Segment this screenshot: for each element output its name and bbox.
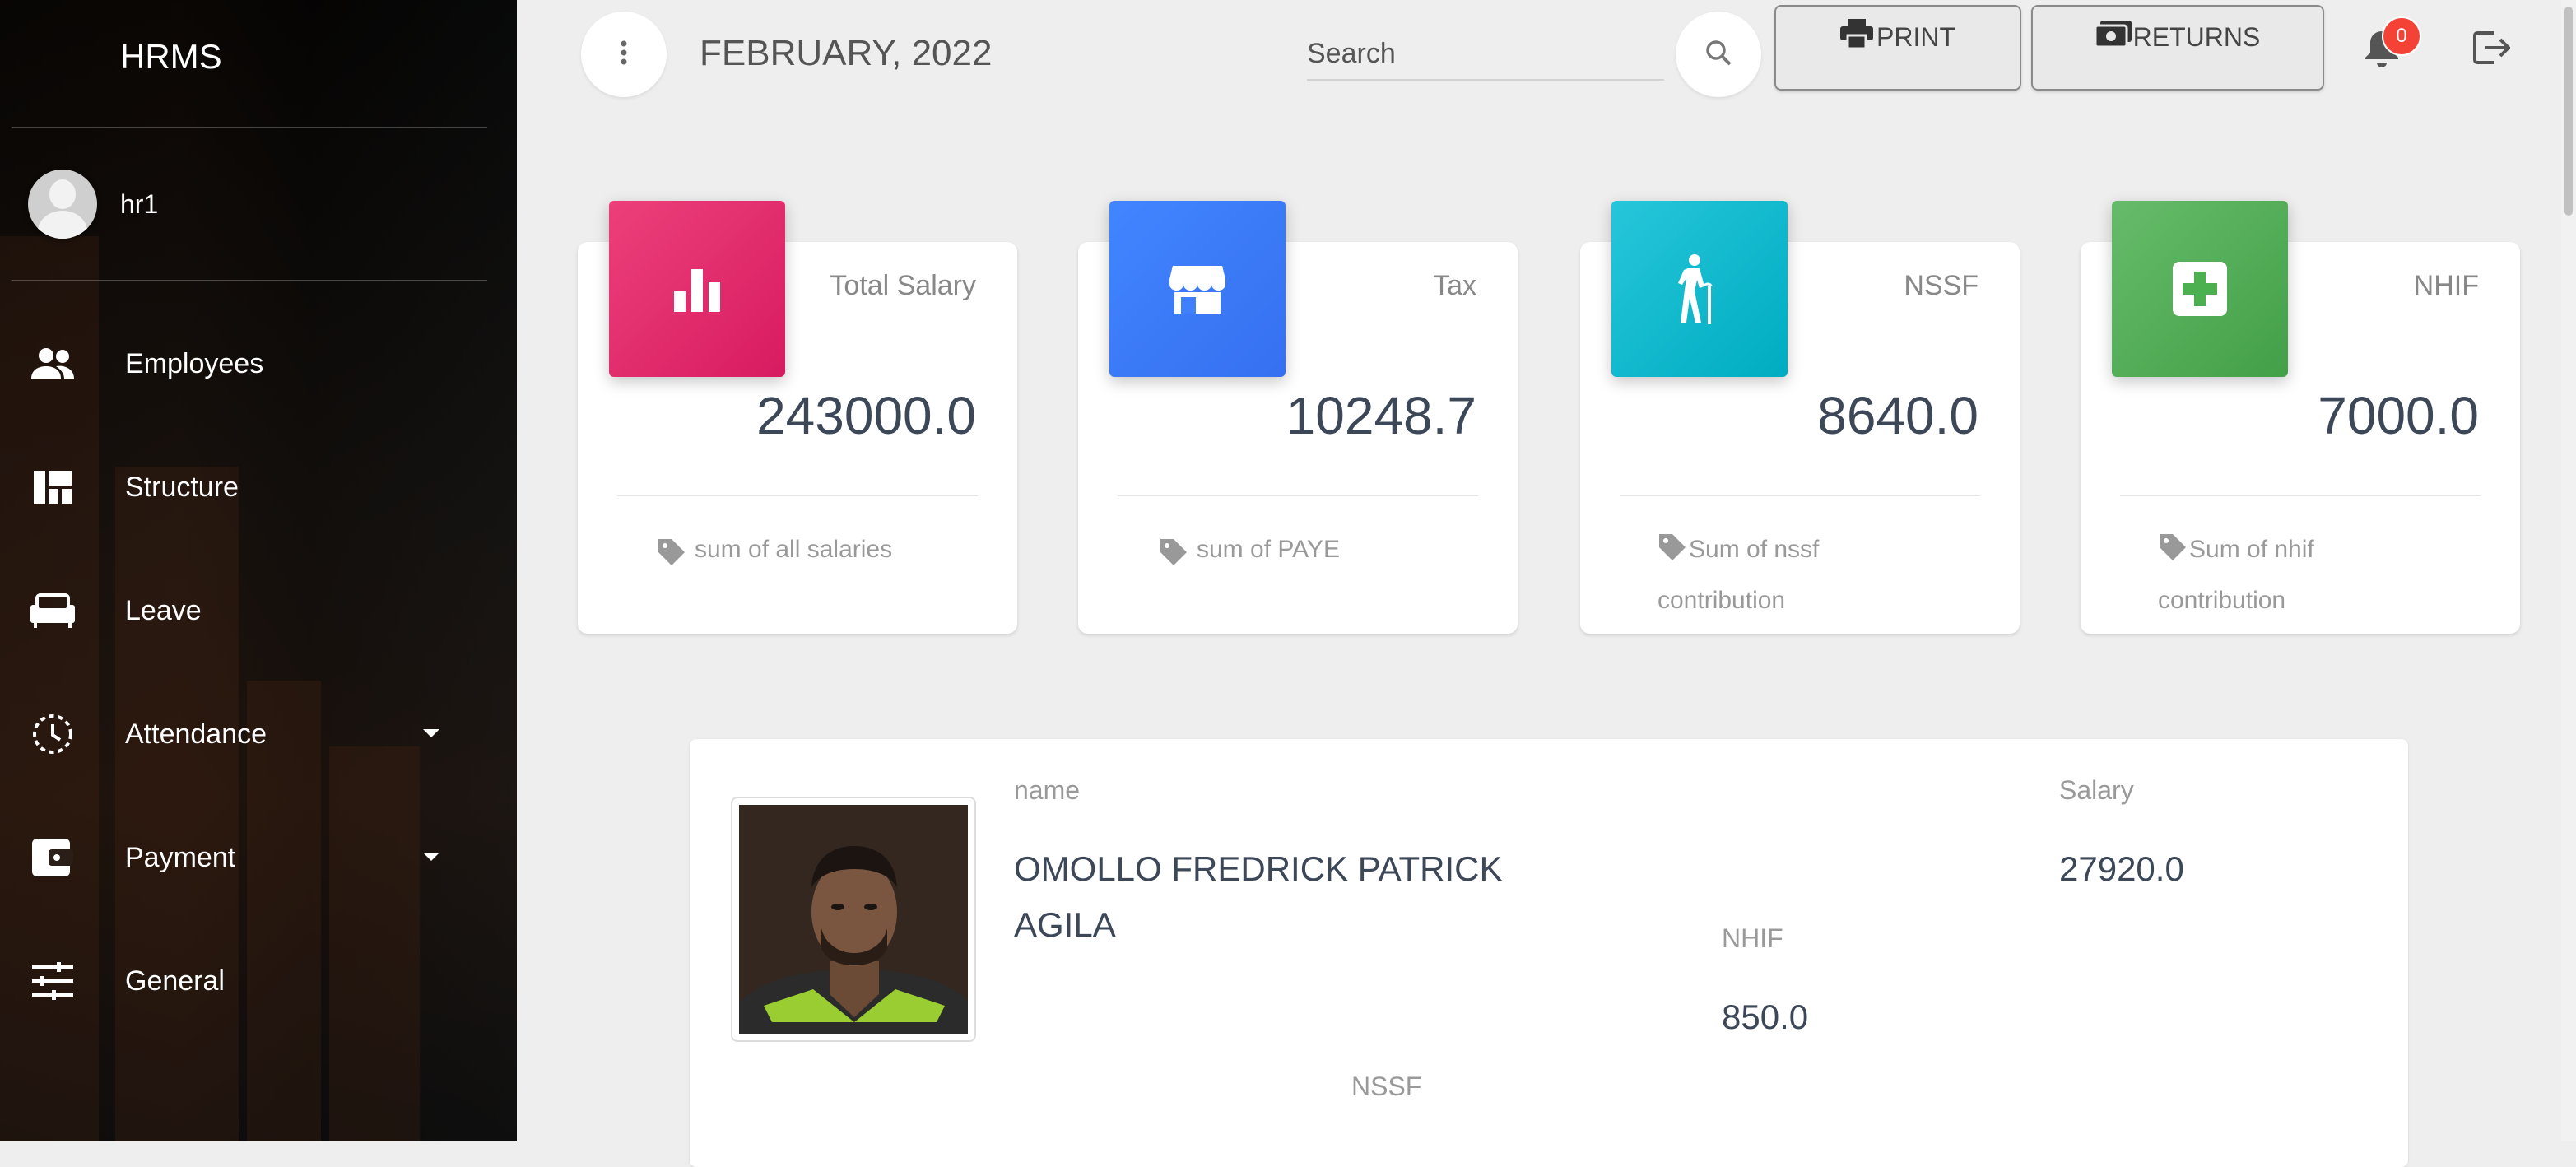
card-divider <box>617 495 978 496</box>
sidebar-divider <box>12 280 487 281</box>
stat-value: 10248.7 <box>1286 386 1476 445</box>
card-divider <box>1118 495 1478 496</box>
bell-icon <box>2364 31 2400 71</box>
sidebar-item-label: General <box>125 965 225 997</box>
tag-icon <box>1159 537 1188 583</box>
sidebar-item-structure[interactable]: Structure <box>28 454 439 520</box>
sidebar-item-general[interactable]: General <box>28 948 439 1014</box>
search-icon <box>1704 39 1732 71</box>
sidebar: HRMS hr1 Employees Structure Leave Atten… <box>0 0 517 1141</box>
nhif-label: NHIF <box>1722 923 1783 953</box>
stat-card-nssf: NSSF 8640.0 Sum of nssf contribution <box>1580 201 2020 634</box>
employee-card[interactable]: name OMOLLO FREDRICK PATRICK AGILA Salar… <box>690 739 2408 1167</box>
search-field[interactable] <box>1307 31 1664 81</box>
print-button[interactable]: PRINT <box>1774 5 2021 91</box>
sidebar-item-leave[interactable]: Leave <box>28 578 439 644</box>
tag-icon <box>657 537 686 583</box>
brand-text: HRMS <box>120 37 222 76</box>
sidebar-item-label: Employees <box>125 347 264 379</box>
sidebar-divider <box>12 127 487 128</box>
background-building <box>115 467 239 1141</box>
print-label: PRINT <box>1876 21 1955 52</box>
brand-logo[interactable]: HRMS <box>0 0 504 127</box>
card-divider <box>2120 495 2481 496</box>
elderly-walking-icon <box>1611 201 1788 377</box>
clock-dashed-icon <box>28 709 77 759</box>
stat-card-total-salary: Total Salary 243000.0 sum of all salarie… <box>578 201 1017 634</box>
scrollbar-thumb[interactable] <box>2564 7 2573 216</box>
chevron-down-icon <box>423 729 439 737</box>
stat-value: 7000.0 <box>2318 386 2479 445</box>
nhif-value: 850.0 <box>1722 997 1809 1036</box>
sidebar-item-label: Attendance <box>125 718 267 750</box>
stat-card-nhif: NHIF 7000.0 Sum of nhif contribution <box>2081 201 2520 634</box>
dashboard-grid-icon <box>28 463 77 512</box>
user-name: hr1 <box>120 188 159 219</box>
stat-label: NHIF <box>2413 270 2479 301</box>
wallet-icon <box>28 833 77 882</box>
stat-footer: sum of PAYE <box>1160 527 1411 573</box>
more-menu-button[interactable] <box>581 12 667 97</box>
stat-footer-text: sum of all salaries <box>695 536 893 563</box>
search-input[interactable] <box>1307 31 1664 76</box>
stat-footer: Sum of nhif contribution <box>2158 527 2372 624</box>
sidebar-item-employees[interactable]: Employees <box>28 331 439 397</box>
logout-button[interactable] <box>2472 30 2515 72</box>
notification-count-badge: 0 <box>2382 16 2421 56</box>
chevron-down-icon <box>423 853 439 861</box>
sidebar-item-payment[interactable]: Payment <box>28 825 439 890</box>
money-icon <box>2094 21 2132 53</box>
employee-photo <box>731 797 976 1042</box>
stat-value: 8640.0 <box>1817 386 1978 445</box>
salary-value: 27920.0 <box>2059 849 2184 888</box>
returns-label: RETURNS <box>2132 21 2261 52</box>
stat-footer: Sum of nssf contribution <box>1658 527 1872 624</box>
employee-name-label: name <box>1014 775 1081 805</box>
salary-label: Salary <box>2059 775 2134 805</box>
stat-label: NSSF <box>1904 270 1978 301</box>
printer-icon <box>1840 19 1873 55</box>
employee-name: OMOLLO FREDRICK PATRICK AGILA <box>1014 849 1503 944</box>
returns-button[interactable]: RETURNS <box>2031 5 2324 91</box>
tag-icon <box>1658 534 1687 568</box>
sidebar-item-attendance[interactable]: Attendance <box>28 701 439 767</box>
sofa-icon <box>28 586 77 635</box>
stat-footer-text: sum of PAYE <box>1197 536 1340 563</box>
user-profile[interactable]: hr1 <box>28 170 158 239</box>
tag-icon <box>2158 534 2188 568</box>
logout-icon <box>2472 31 2511 69</box>
sidebar-item-label: Structure <box>125 471 239 503</box>
background-building <box>329 746 420 1141</box>
card-divider <box>1620 495 1980 496</box>
store-icon <box>1109 201 1286 377</box>
scrollbar[interactable] <box>2561 0 2576 1141</box>
sidebar-item-label: Payment <box>125 841 236 873</box>
page-title: FEBRUARY, 2022 <box>700 33 993 73</box>
sliders-icon <box>28 956 77 1006</box>
stat-footer: sum of all salaries <box>658 527 909 573</box>
nssf-label: NSSF <box>1351 1072 1422 1101</box>
search-button[interactable] <box>1676 12 1761 97</box>
medical-cross-icon <box>2112 201 2288 377</box>
stat-label: Tax <box>1433 270 1476 301</box>
bar-chart-icon <box>609 201 785 377</box>
people-icon <box>28 339 77 388</box>
avatar <box>28 170 97 239</box>
stat-label: Total Salary <box>830 270 976 301</box>
more-vertical-icon <box>620 40 628 69</box>
sidebar-item-label: Leave <box>125 594 202 626</box>
stat-value: 243000.0 <box>756 386 976 445</box>
stat-card-tax: Tax 10248.7 sum of PAYE <box>1078 201 1518 634</box>
